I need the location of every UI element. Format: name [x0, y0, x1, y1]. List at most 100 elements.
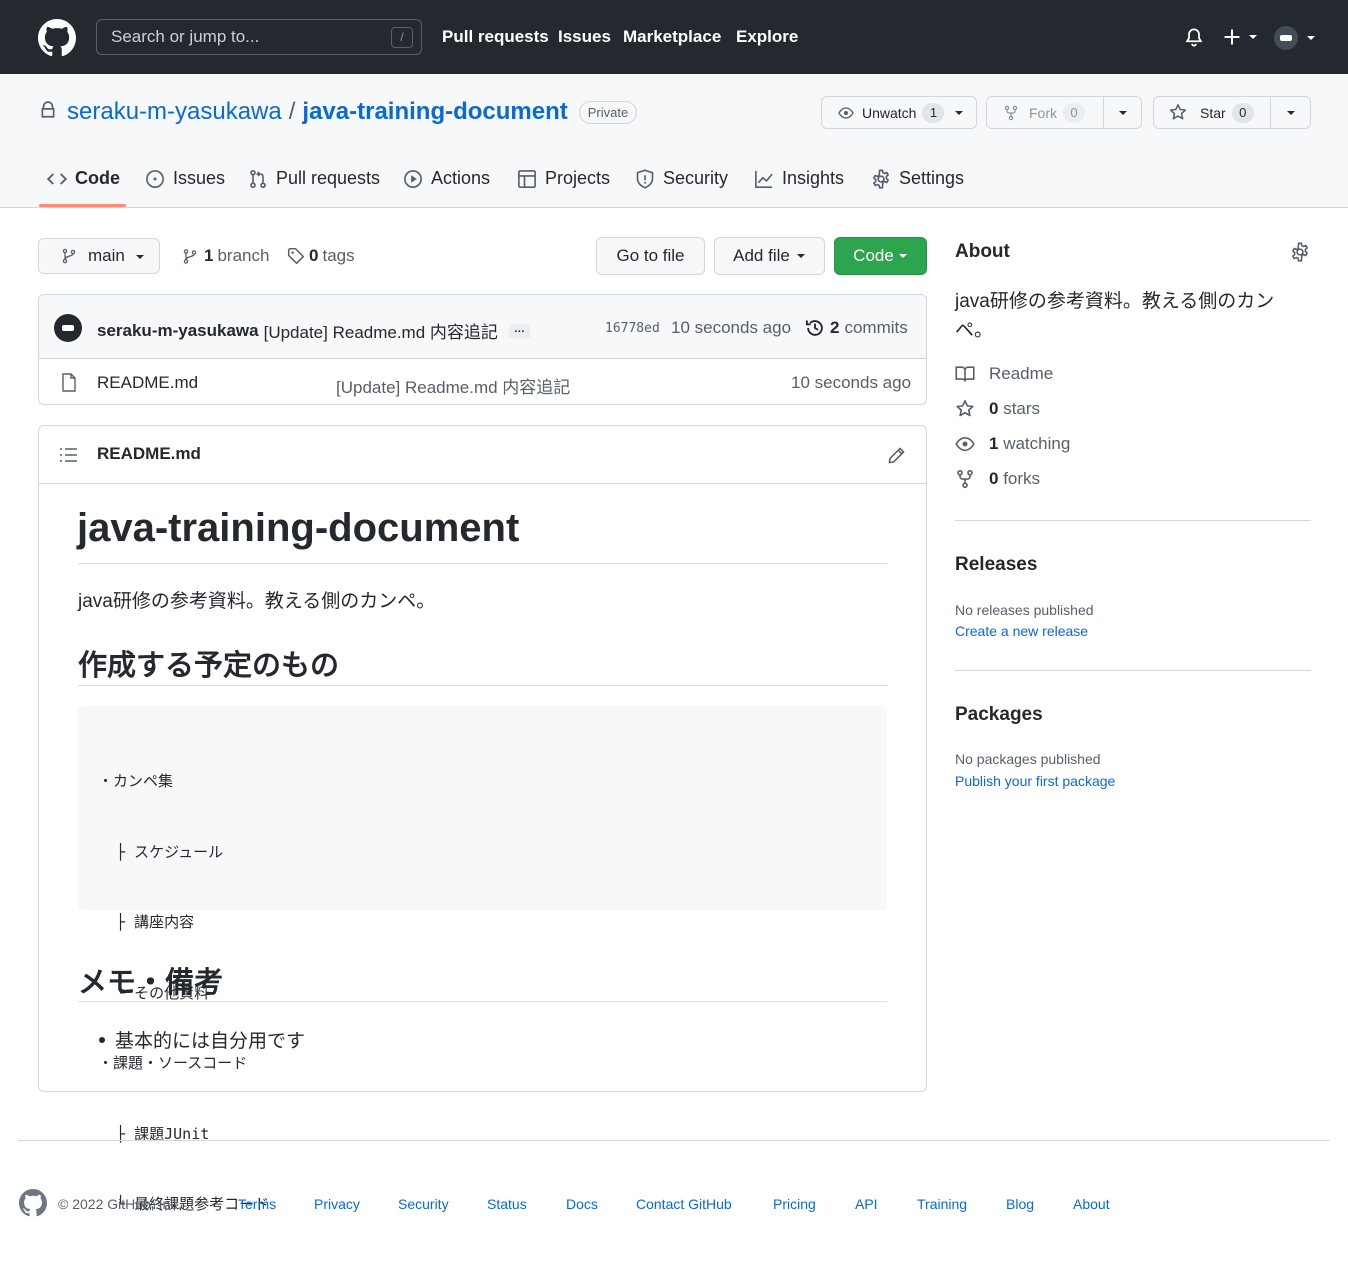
file-name-link[interactable]: README.md	[97, 373, 198, 393]
tab-actions-label: Actions	[431, 168, 491, 188]
create-new-plus-icon[interactable]	[1222, 27, 1258, 47]
active-tab-underline	[39, 204, 126, 207]
forks-link[interactable]: 0 forks	[955, 469, 1040, 489]
commit-author[interactable]: seraku-m-yasukawa	[97, 321, 259, 341]
code-line: ・課題・ソースコード	[98, 1054, 248, 1072]
code-button[interactable]: Code	[834, 237, 927, 275]
star-label: Star	[1200, 104, 1226, 121]
avatar[interactable]	[54, 314, 82, 342]
code-button-label: Code	[853, 246, 894, 265]
footer-link-about[interactable]: About	[1073, 1196, 1110, 1212]
book-icon	[955, 366, 975, 382]
commits-history-link[interactable]: 2 commits	[805, 318, 908, 338]
commit-sha[interactable]: 16778ed	[605, 321, 660, 336]
file-icon	[61, 373, 77, 392]
footer-link-blog[interactable]: Blog	[1006, 1196, 1034, 1212]
list-unordered-icon[interactable]	[60, 447, 78, 463]
footer-link-contact[interactable]: Contact GitHub	[636, 1196, 732, 1212]
sidebar-divider	[955, 670, 1311, 671]
user-avatar-menu[interactable]	[1274, 26, 1316, 50]
footer-copyright: © 2022 GitHub, Inc.	[58, 1196, 182, 1212]
readme-filename: README.md	[97, 444, 201, 463]
footer-link-status[interactable]: Status	[487, 1196, 527, 1212]
git-pull-request-icon	[250, 169, 266, 188]
footer-link-training[interactable]: Training	[917, 1196, 967, 1212]
commit-label: commits	[844, 318, 908, 337]
heading-divider	[78, 1001, 887, 1002]
branch-name: main	[88, 246, 125, 265]
nav-pull-requests[interactable]: Pull requests	[442, 27, 549, 47]
readme-link-label: Readme	[989, 364, 1054, 383]
code-line: ├ 課題JUnit	[98, 1124, 210, 1143]
watchers-link[interactable]: 1 watching	[955, 434, 1070, 454]
code-icon	[47, 172, 67, 185]
footer-link-terms[interactable]: Terms	[238, 1196, 276, 1212]
history-icon	[805, 320, 823, 336]
list-item: 基本的には自分用です	[99, 1026, 305, 1053]
file-commit-message[interactable]: [Update] Readme.md 内容追記	[336, 373, 570, 398]
watching-label: watching	[1003, 434, 1071, 453]
tab-settings-label: Settings	[899, 168, 965, 188]
commit-message[interactable]: [Update] Readme.md 内容追記	[264, 318, 498, 343]
heading-memo: メモ・備考	[78, 967, 224, 999]
tab-security[interactable]: Security	[635, 168, 728, 189]
breadcrumb: seraku-m-yasukawa / java-training-docume…	[67, 98, 638, 126]
star-count: 0	[1231, 102, 1254, 123]
footer-link-privacy[interactable]: Privacy	[314, 1196, 360, 1212]
footer-link-docs[interactable]: Docs	[566, 1196, 598, 1212]
fork-button[interactable]: Fork 0	[986, 96, 1142, 129]
repo-owner-link[interactable]: seraku-m-yasukawa	[67, 98, 282, 126]
pencil-icon[interactable]	[887, 446, 906, 465]
tag-icon	[287, 247, 305, 265]
visibility-badge: Private	[578, 100, 638, 124]
packages-heading[interactable]: Packages	[955, 704, 1043, 726]
nav-explore[interactable]: Explore	[736, 27, 798, 47]
branches-link[interactable]: 1 branch	[182, 246, 269, 266]
tab-settings[interactable]: Settings	[871, 168, 964, 189]
stars-label: stars	[1003, 399, 1041, 418]
repo-name-link[interactable]: java-training-document	[302, 98, 567, 126]
tab-actions[interactable]: Actions	[403, 168, 490, 189]
tab-code-label: Code	[75, 168, 120, 188]
play-icon	[404, 169, 422, 188]
nav-marketplace[interactable]: Marketplace	[623, 27, 721, 47]
readme-intro: java研修の参考資料。教える側のカンペ。	[78, 591, 436, 612]
footer-link-pricing[interactable]: Pricing	[773, 1196, 816, 1212]
search-input[interactable]: Search or jump to... /	[96, 19, 422, 55]
eye-icon	[838, 106, 854, 119]
branch-select-button[interactable]: main	[38, 238, 160, 274]
readme-link[interactable]: Readme	[955, 364, 1053, 384]
chevron-down-icon	[796, 254, 805, 258]
stars-link[interactable]: 0 stars	[955, 399, 1040, 419]
nav-issues[interactable]: Issues	[558, 27, 611, 47]
tab-security-label: Security	[663, 168, 729, 188]
tab-code[interactable]: Code	[47, 168, 120, 189]
github-mark-icon[interactable]	[19, 1189, 47, 1217]
footer-link-security[interactable]: Security	[398, 1196, 449, 1212]
memo-item-text: 基本的には自分用です	[115, 1031, 306, 1052]
gear-icon[interactable]	[1290, 242, 1310, 262]
go-to-file-label: Go to file	[616, 246, 685, 265]
add-file-button[interactable]: Add file	[714, 237, 825, 275]
star-button[interactable]: Star 0	[1153, 96, 1311, 129]
fork-label: Fork	[1029, 104, 1057, 121]
tab-issues[interactable]: Issues	[145, 168, 225, 189]
go-to-file-button[interactable]: Go to file	[596, 237, 705, 275]
fork-icon	[1004, 105, 1018, 120]
forks-label: forks	[1003, 469, 1041, 488]
releases-heading[interactable]: Releases	[955, 554, 1037, 576]
packages-empty-text: No packages published	[955, 751, 1101, 767]
notifications-bell-icon[interactable]	[1184, 27, 1204, 48]
eye-icon	[955, 436, 975, 452]
tags-link[interactable]: 0 tags	[287, 246, 355, 266]
tab-projects[interactable]: Projects	[517, 168, 610, 189]
tab-pull-requests[interactable]: Pull requests	[248, 168, 380, 189]
watch-count: 1	[922, 102, 945, 123]
publish-package-link[interactable]: Publish your first package	[955, 773, 1115, 789]
unwatch-button[interactable]: Unwatch 1	[821, 96, 977, 129]
commit-expand-button[interactable]: …	[508, 323, 530, 338]
github-logo-icon[interactable]	[38, 19, 76, 57]
create-release-link[interactable]: Create a new release	[955, 623, 1088, 639]
footer-link-api[interactable]: API	[855, 1196, 878, 1212]
tab-insights[interactable]: Insights	[754, 168, 844, 189]
